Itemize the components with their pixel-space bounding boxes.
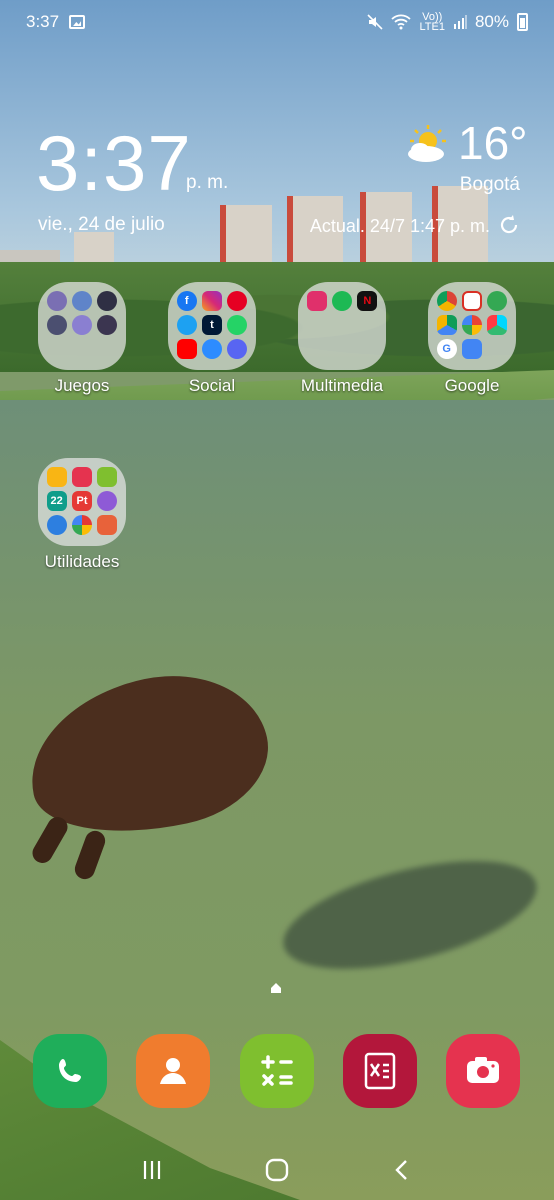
calculator-icon <box>261 1055 293 1086</box>
clock-ampm: p. m. <box>186 172 229 193</box>
voice-recorder-icon <box>71 467 92 487</box>
clock-date[interactable]: vie., 24 de julio <box>38 214 165 236</box>
flower-icon <box>306 291 327 311</box>
weather-temperature[interactable]: 16° <box>458 116 528 170</box>
dock-calculator[interactable] <box>240 1034 314 1108</box>
calendar-icon: 22 <box>46 491 67 511</box>
translate-icon <box>461 339 482 359</box>
tumblr-icon: t <box>201 315 222 335</box>
game-icon <box>71 291 92 311</box>
folder-label: Google <box>444 376 500 395</box>
status-bar: 3:37 Vo)) LTE1 80% <box>0 0 554 44</box>
folder-utilidades[interactable]: 22 Pt Utilidades <box>38 458 126 572</box>
google-icon: G <box>436 339 457 359</box>
folder-icon[interactable]: G <box>428 282 516 370</box>
folder-juegos[interactable]: Juegos <box>38 282 126 396</box>
calculator-icon <box>97 467 118 487</box>
maps-icon <box>487 291 508 311</box>
drive-icon <box>436 315 457 335</box>
folder-google[interactable]: G Google <box>428 282 516 396</box>
game-icon <box>46 291 67 311</box>
folder-icon[interactable]: 22 Pt <box>38 458 126 546</box>
signal-icon <box>453 15 467 29</box>
lte-label: LTE1 <box>419 21 445 33</box>
phone-icon <box>59 1059 81 1082</box>
home-icon <box>265 1158 289 1182</box>
folder-multimedia[interactable]: N Multimedia <box>298 282 386 396</box>
pinterest-icon <box>227 291 248 311</box>
wifi-icon <box>391 14 412 30</box>
back-icon <box>394 1160 407 1180</box>
folder-label: Social <box>188 376 236 395</box>
battery-percent: 80% <box>474 12 509 31</box>
status-time: 3:37 <box>26 12 60 31</box>
battery-icon <box>517 13 528 31</box>
weather-updated: Actual. 24/7 1:47 p. m. <box>309 216 490 236</box>
game-icon <box>97 291 118 311</box>
home-button[interactable] <box>257 1150 297 1190</box>
dock-phone[interactable] <box>33 1034 107 1108</box>
play-store-icon <box>487 315 508 335</box>
folder-icon[interactable]: f t <box>168 282 256 370</box>
recent-apps-button[interactable] <box>132 1150 172 1190</box>
camera-icon <box>467 1057 499 1083</box>
whatsapp-icon <box>227 315 248 335</box>
folder-label: Juegos <box>54 376 110 395</box>
image-notification-icon <box>69 15 86 29</box>
weather-city: Bogotá <box>459 174 520 195</box>
dock-contacts[interactable] <box>136 1034 210 1108</box>
clock-icon <box>97 491 118 511</box>
folder-icon[interactable] <box>38 282 126 370</box>
volte-indicator: Vo)) LTE1 <box>419 12 445 33</box>
gmail-icon <box>461 291 482 311</box>
partly-cloudy-icon[interactable] <box>404 124 452 164</box>
messenger-icon <box>201 339 222 359</box>
clock-time[interactable]: 3:37 <box>36 118 192 209</box>
discord-icon <box>227 339 248 359</box>
netflix-icon: N <box>357 291 378 311</box>
game-icon <box>46 315 67 335</box>
game-icon <box>71 315 92 335</box>
home-page-indicator-icon[interactable] <box>270 982 282 994</box>
refresh-icon[interactable] <box>498 214 520 236</box>
folder-social[interactable]: f t Social <box>168 282 256 396</box>
folder-icon[interactable]: N <box>298 282 386 370</box>
mute-icon <box>367 14 384 30</box>
game-icon <box>97 315 118 335</box>
contacts-icon <box>160 1058 186 1084</box>
folder-label: Multimedia <box>300 376 384 395</box>
facebook-icon: f <box>176 291 197 311</box>
back-button[interactable] <box>382 1150 422 1190</box>
dock-camera[interactable] <box>446 1034 520 1108</box>
photos-icon <box>461 315 482 335</box>
document-app-icon <box>364 1052 396 1090</box>
chrome-icon <box>436 291 457 311</box>
translate-icon <box>46 515 67 535</box>
dock-pdf-app[interactable] <box>343 1034 417 1108</box>
instagram-icon <box>201 291 222 311</box>
folder-label: Utilidades <box>44 552 120 571</box>
color-icon <box>71 515 92 535</box>
spotify-icon <box>331 291 352 311</box>
navigation-bar <box>0 1140 554 1200</box>
twitter-icon <box>176 315 197 335</box>
recents-icon <box>144 1161 161 1179</box>
notes-icon <box>97 515 118 535</box>
files-icon <box>46 467 67 487</box>
youtube-icon <box>176 339 197 359</box>
pt-icon: Pt <box>71 491 92 511</box>
